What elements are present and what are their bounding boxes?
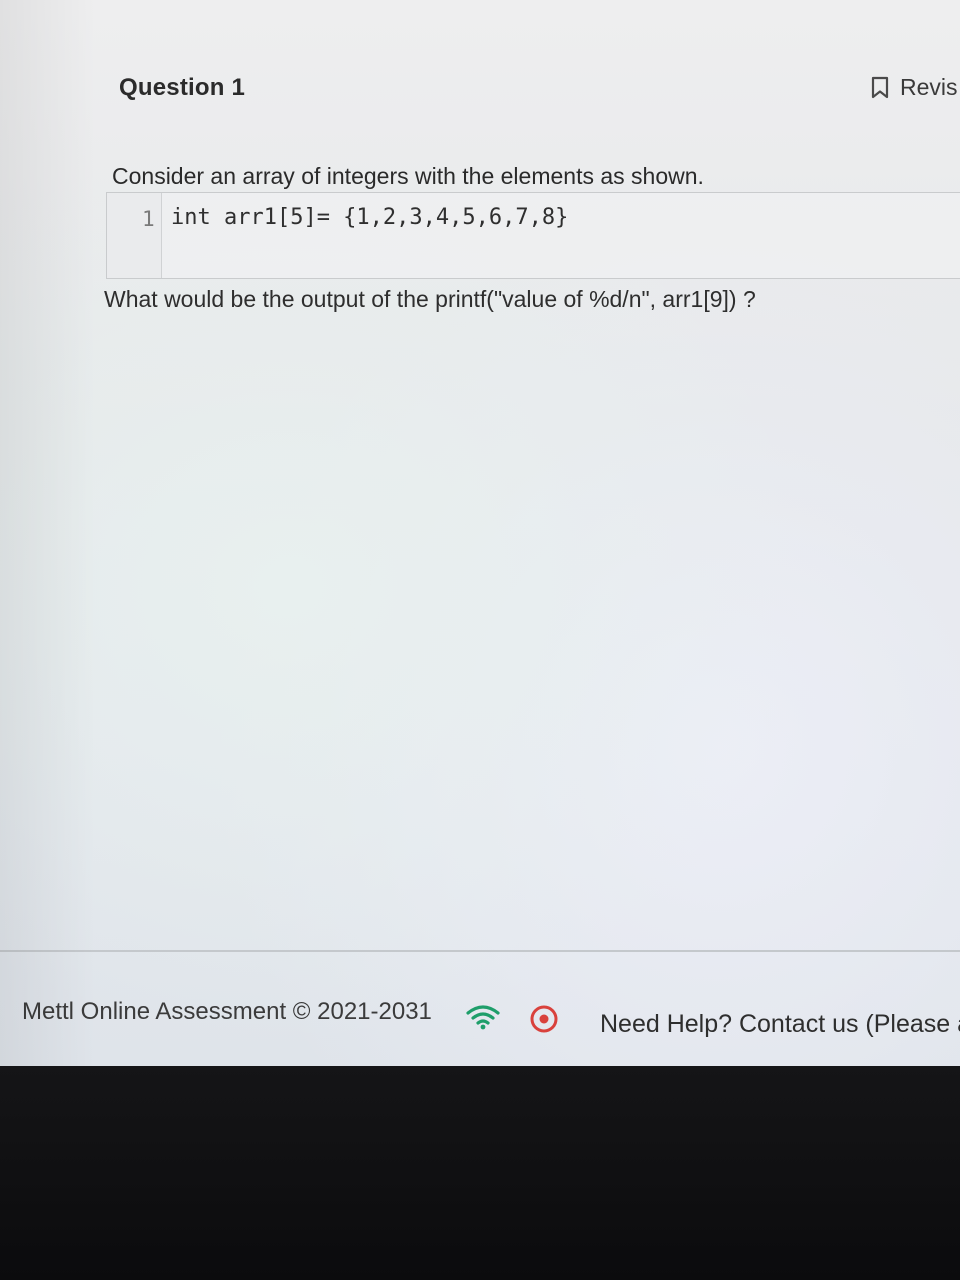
question-title: Question 1	[119, 74, 246, 101]
copyright-text: Mettl Online Assessment © 2021-2031	[22, 998, 432, 1025]
bookmark-icon	[871, 76, 889, 98]
question-prompt: Consider an array of integers with the e…	[112, 163, 704, 189]
wifi-icon	[466, 1005, 500, 1030]
monitor-bezel	[0, 1066, 960, 1280]
question-text: What would be the output of the printf("…	[104, 286, 756, 312]
assessment-screen: Question 1 Revis Consider an array of in…	[0, 0, 960, 1066]
code-block: 1 int arr1[5]= {1,2,3,4,5,6,7,8}	[106, 192, 960, 279]
recording-icon	[530, 1005, 558, 1033]
code-line: int arr1[5]= {1,2,3,4,5,6,7,8}	[171, 205, 569, 230]
line-number: 1	[142, 207, 155, 231]
code-gutter: 1	[107, 193, 162, 278]
help-contact-link[interactable]: Need Help? Contact us (Please ac	[600, 1010, 960, 1039]
revise-label: Revis	[900, 74, 958, 100]
footer: Mettl Online Assessment © 2021-2031 Need…	[0, 952, 960, 1066]
revise-button[interactable]: Revis	[870, 74, 958, 101]
